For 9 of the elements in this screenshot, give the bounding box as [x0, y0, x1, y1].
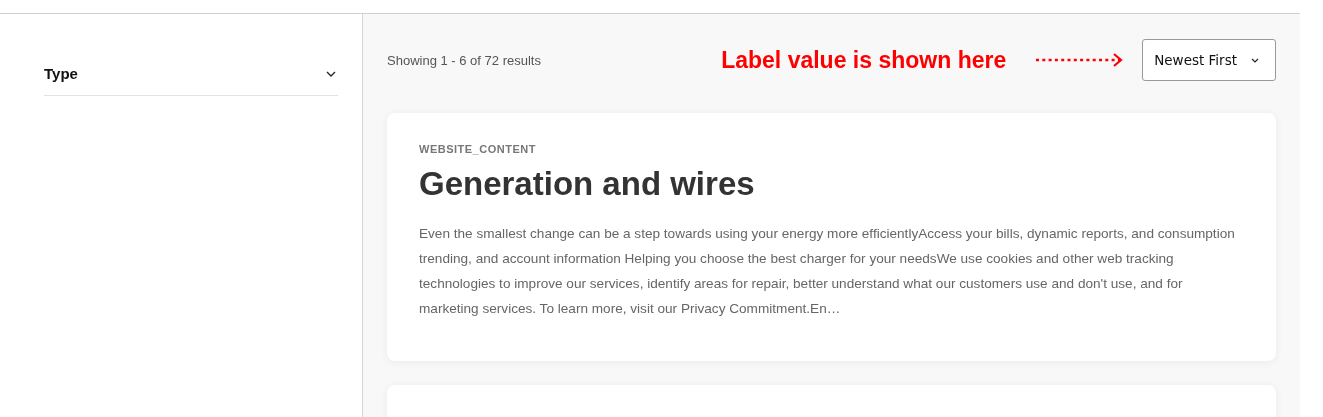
card-description: Even the smallest change can be a step towards using your energy more efficientlyAccess your bills, dynamic reports, and consumption trending, and account information Helping you choose the best charger for your needsWe use cookies and other web tracking technologies to improve our services, identify areas for repair, better understand what our customers use and don't use, and for marketing services. To learn more, visit our Privacy Commitment.En…	[419, 225, 1236, 318]
card-title: Generation and wires	[419, 165, 756, 203]
results-count: Showing 1 - 6 of 72 results	[387, 52, 541, 68]
dotted-arrow-icon	[1034, 53, 1125, 67]
chevron-icon	[1251, 57, 1259, 63]
filter-header[interactable]: Type	[44, 52, 338, 96]
annotation-text: Label value is shown here	[721, 46, 1007, 74]
sort-dropdown[interactable]: Newest First	[1142, 39, 1276, 81]
content-tag: WEBSITE_CONTENT	[419, 143, 1244, 155]
